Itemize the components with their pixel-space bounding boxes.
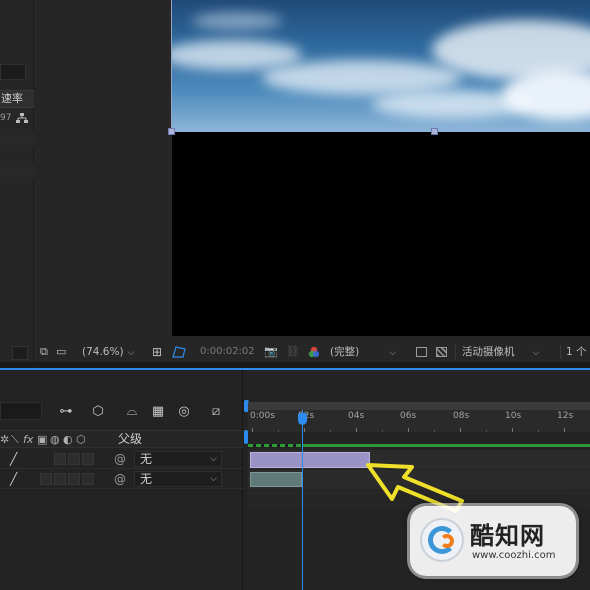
current-time-indicator-line[interactable] [302,410,303,590]
draft-3d-icon[interactable]: ⬡ [90,404,106,419]
current-time-indicator[interactable] [298,413,307,425]
layer-duration-bar[interactable] [250,452,370,468]
timeline-search-input[interactable] [0,402,42,420]
chevron-down-icon: ⌵ [127,348,135,358]
frame-blending-icon[interactable]: ▦ [150,404,166,419]
tick-label: 12s [557,411,574,421]
switch-box[interactable] [68,453,80,465]
render-cache-dashes [248,444,302,447]
active-camera-dropdown[interactable]: 活动摄像机 ⌵ [462,342,539,362]
project-bit-depth-button[interactable] [12,346,28,360]
switch-box[interactable] [54,473,66,485]
coozhi-logo-icon [420,518,464,562]
list-item[interactable] [0,162,34,178]
parent-column-header: 父级 [118,432,143,446]
layer-outline: ⊶ ⬡ ⌓ ▦ ◎ ⧄ ✲ ⟍ fx ▣ ◍ ◐ ⬡ 父级 ╱ @ 无 ⌵ ╱ … [0,370,243,590]
chevron-down-icon: ⌵ [389,348,397,358]
mask-visibility-icon[interactable] [172,346,186,358]
work-area-bar[interactable] [248,402,590,410]
resolution-dropdown[interactable]: (完整) ⌵ [330,342,396,362]
graph-editor-icon[interactable]: ⧄ [208,404,224,419]
project-item-row[interactable]: 97 [0,110,34,126]
effect-switch-icon[interactable]: fx [23,433,33,446]
motion-blur-switch-icon[interactable]: ◍ [50,433,60,446]
current-time-display[interactable]: 0:00:02:02 [200,342,255,362]
frame-blend-switch-icon[interactable]: ▣ [37,433,47,446]
quality-switch-icon[interactable]: ⟍ [11,433,19,446]
shy-layers-icon[interactable]: ⌓ [124,404,140,419]
layer-row[interactable]: ╱ @ 无 ⌵ [0,469,243,489]
tick-label: 06s [400,411,417,421]
parent-dropdown[interactable]: 无 ⌵ [134,471,222,487]
magnification-dropdown[interactable]: (74.6%) ⌵ [82,342,134,362]
quality-slash-icon[interactable]: ╱ [10,452,24,466]
tick-label: 10s [505,411,522,421]
watermark-url: www.coozhi.com [472,550,556,561]
monitor-icon[interactable]: ▭ [56,342,66,362]
project-search-input[interactable] [0,64,26,80]
watermark-title: 酷知网 [470,521,545,550]
chevron-down-icon: ⌵ [210,474,217,484]
chevron-down-icon: ⌵ [532,348,540,358]
switch-box[interactable] [54,453,66,465]
always-preview-icon[interactable]: ⧉ [40,342,48,362]
pick-whip-icon[interactable]: @ [114,451,126,467]
layer-duration-bar[interactable] [250,472,302,487]
composition-canvas[interactable] [172,0,590,336]
item-rate-value: 97 [0,113,12,123]
layer-row[interactable]: ╱ @ 无 ⌵ [0,449,243,469]
3d-layer-icon[interactable]: ⬡ [76,433,86,446]
tick-label: 08s [453,411,470,421]
view-layout-dropdown[interactable]: 1 个 [566,342,587,362]
transform-handle[interactable] [168,128,175,135]
tick-label: 04s [348,411,365,421]
layer-switches-header: ✲ ⟍ fx ▣ ◍ ◐ ⬡ 父级 [0,430,243,448]
adjustment-layer-icon[interactable]: ◐ [63,433,73,446]
viewer-toolbar: ⧉ ▭ (74.6%) ⌵ ⊞ 0:00:02:02 📷 ⛓ (完整) ⌵ 活动摄像… [34,342,590,362]
switch-box[interactable] [82,473,94,485]
column-header-rate[interactable]: 速率 [0,90,34,108]
composition-flowchart-icon[interactable]: ⊶ [58,404,74,419]
transparency-grid-icon[interactable] [436,347,447,357]
sky-image-layer[interactable] [172,0,590,132]
shy-switch-icon[interactable]: ✲ [0,433,9,446]
composition-viewer [34,0,590,362]
chevron-down-icon: ⌵ [210,454,217,464]
channel-rgb-icon[interactable] [308,346,320,358]
region-of-interest-icon[interactable] [416,347,427,357]
pick-whip-icon[interactable]: @ [114,471,126,487]
motion-blur-icon[interactable]: ◎ [176,404,192,419]
grid-guide-icon[interactable]: ⊞ [152,342,162,362]
quality-slash-icon[interactable]: ╱ [10,472,24,486]
switch-box[interactable] [40,473,52,485]
switch-box[interactable] [68,473,80,485]
parent-dropdown[interactable]: 无 ⌵ [134,451,222,467]
flowchart-icon[interactable] [16,113,28,123]
site-watermark: 酷知网 www.coozhi.com [410,506,576,576]
after-effects-window: 速率 97 ⧉ ▭ (74.6%) ⌵ ⊞ 0:00:02:02 📷 ⛓ (完整… [0,0,590,590]
project-panel: 速率 97 [0,0,34,362]
tick-label: 0:00s [250,411,275,421]
switch-box[interactable] [82,453,94,465]
transform-handle[interactable] [431,128,438,135]
camera-snapshot-icon[interactable]: 📷 [264,342,278,362]
list-item[interactable] [0,130,34,146]
show-snapshot-icon[interactable]: ⛓ [286,342,300,362]
layer-start-marker[interactable] [244,430,248,444]
